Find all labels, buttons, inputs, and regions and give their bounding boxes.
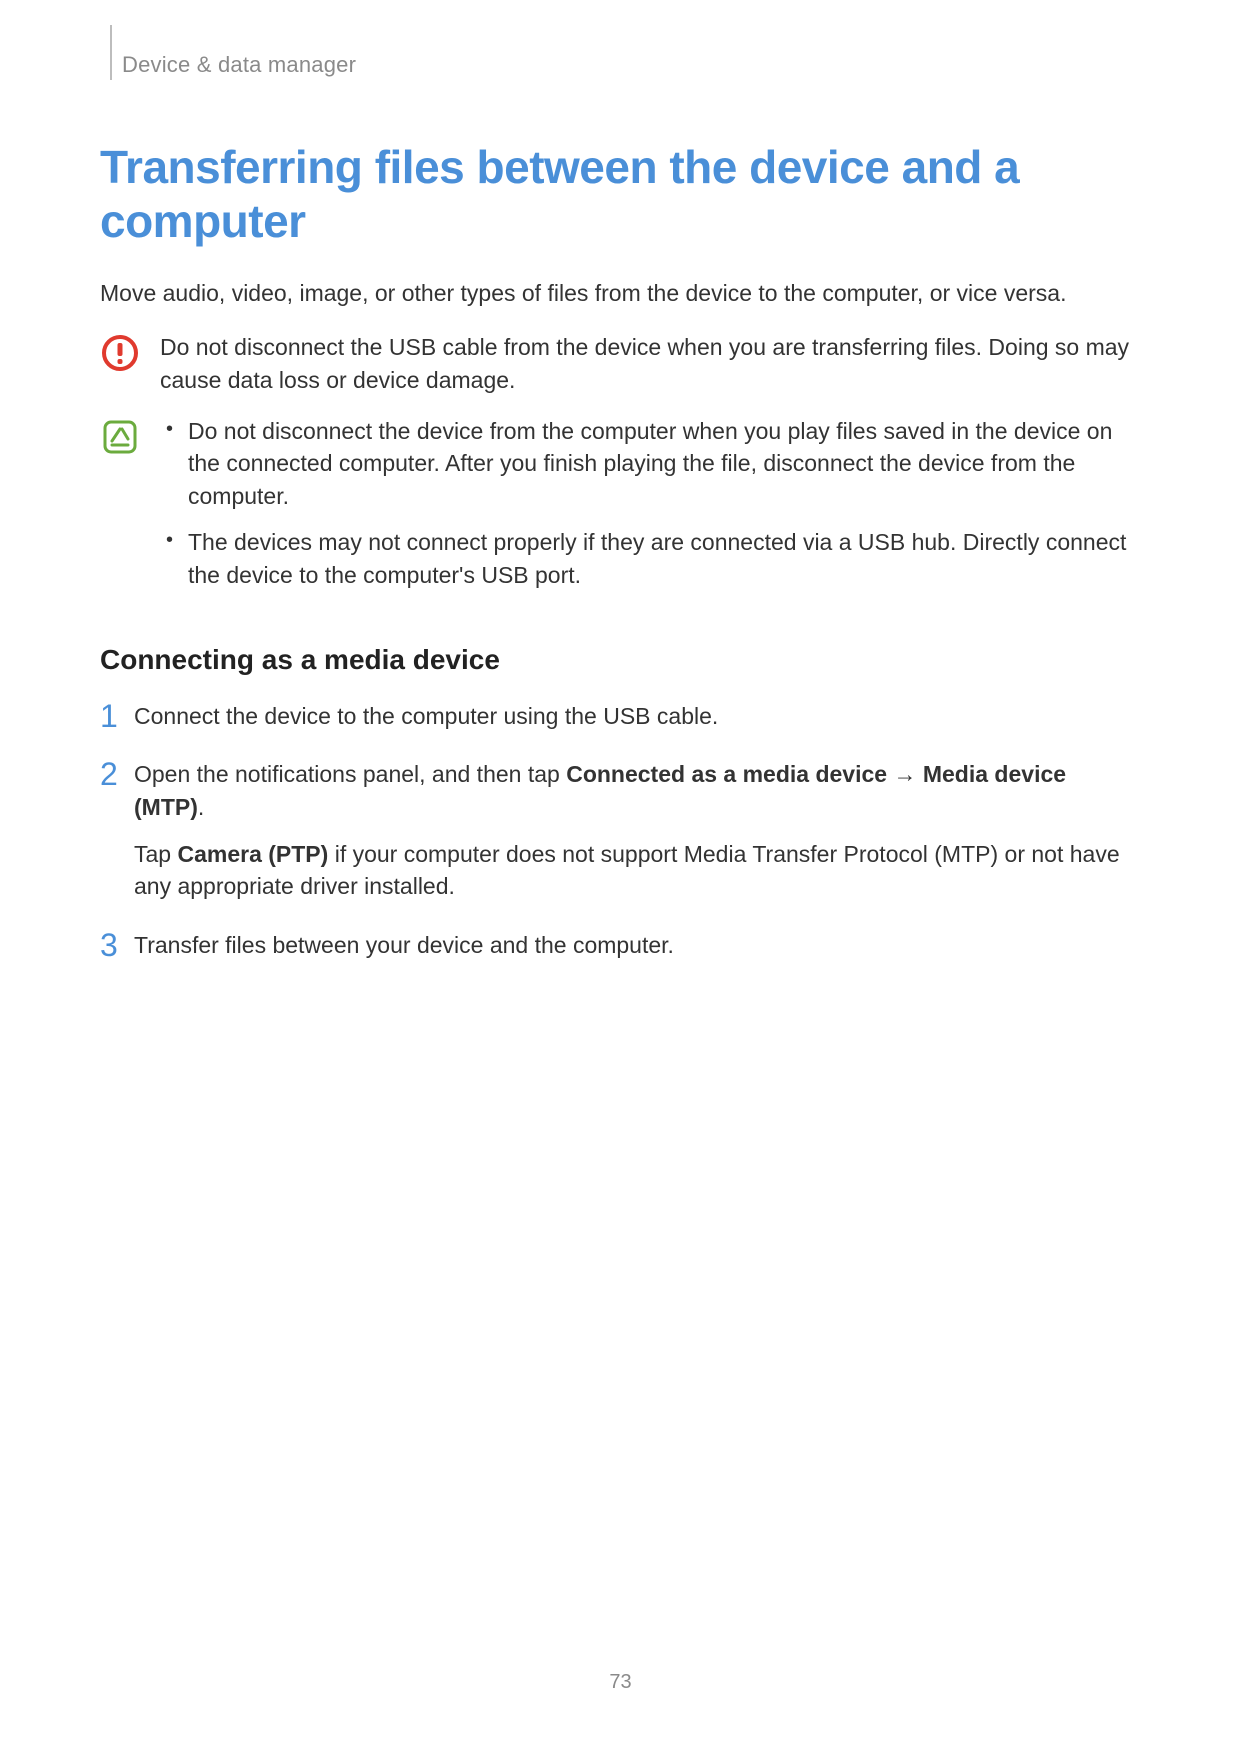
header-rule [110,25,112,80]
step: 2Open the notifications panel, and then … [100,758,1141,903]
caution-text: Do not disconnect the USB cable from the… [160,331,1141,396]
page-title: Transferring files between the device an… [100,140,1141,249]
step-paragraph: Tap Camera (PTP) if your computer does n… [134,838,1141,903]
note-bullet: Do not disconnect the device from the co… [160,415,1141,513]
intro-text: Move audio, video, image, or other types… [100,277,1141,310]
step-paragraph: Connect the device to the computer using… [134,700,1141,733]
bold-run: Connected as a media device [566,761,887,787]
text-run: Connect the device to the computer using… [134,703,718,729]
breadcrumb: Device & data manager [122,52,1141,78]
step-paragraph: Transfer files between your device and t… [134,929,1141,962]
step-number: 1 [100,700,134,732]
text-run: Tap [134,841,177,867]
step-number: 2 [100,758,134,790]
text-run: . [198,794,204,820]
step: 3Transfer files between your device and … [100,929,1141,962]
caution-icon [100,331,160,373]
step-number: 3 [100,929,134,961]
page-number: 73 [0,1671,1241,1694]
caution-callout: Do not disconnect the USB cable from the… [100,331,1141,396]
step: 1Connect the device to the computer usin… [100,700,1141,733]
note-bullet-list: Do not disconnect the device from the co… [160,415,1141,592]
step-body: Transfer files between your device and t… [134,929,1141,962]
arrow-run: → [887,761,923,787]
step-body: Connect the device to the computer using… [134,700,1141,733]
bold-run: Camera (PTP) [177,841,328,867]
note-bullet: The devices may not connect properly if … [160,526,1141,591]
text-run: Transfer files between your device and t… [134,932,674,958]
step-paragraph: Open the notifications panel, and then t… [134,758,1141,823]
step-body: Open the notifications panel, and then t… [134,758,1141,903]
text-run: Open the notifications panel, and then t… [134,761,566,787]
subheading: Connecting as a media device [100,644,1141,676]
note-icon [100,415,160,457]
note-callout: Do not disconnect the device from the co… [100,415,1141,606]
